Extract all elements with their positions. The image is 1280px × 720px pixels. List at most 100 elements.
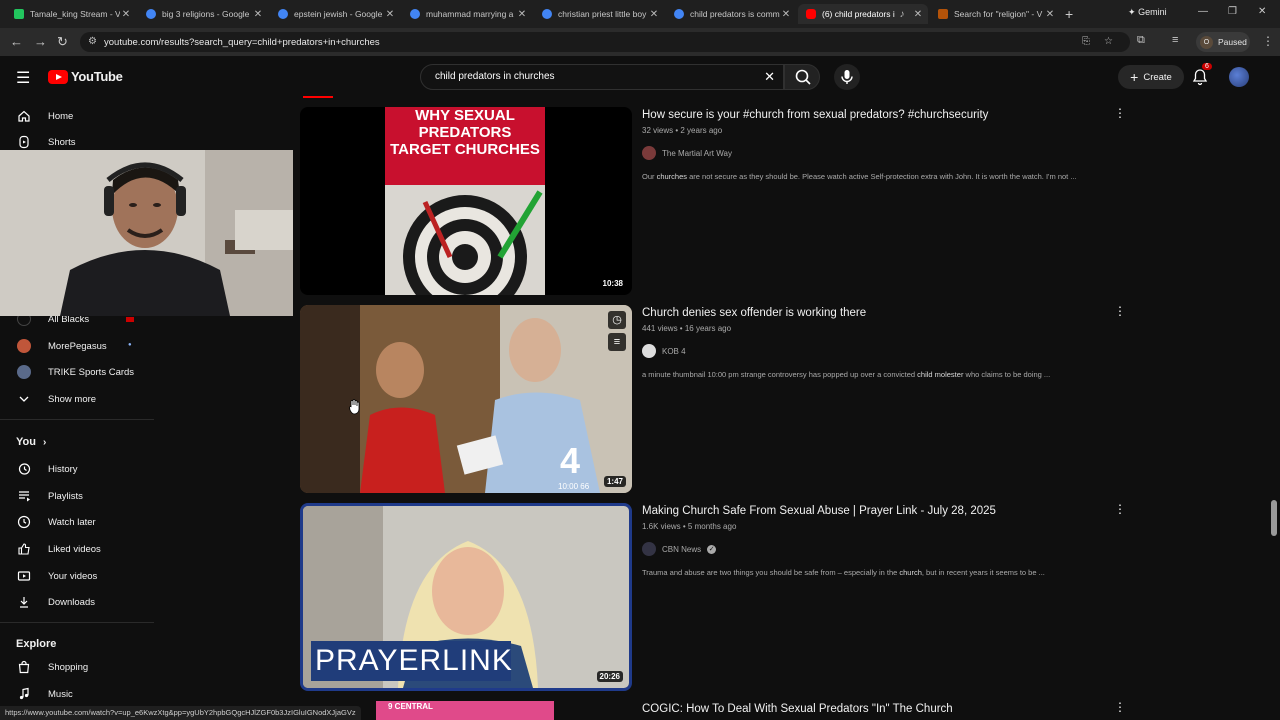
sidebar-item-downloads[interactable]: Downloads	[0, 589, 154, 615]
window-close-icon[interactable]: ✕	[1258, 6, 1266, 17]
more-actions-icon[interactable]: ⋮	[1114, 106, 1126, 120]
video-thumbnail[interactable]: 9 CENTRAL	[376, 701, 554, 720]
country-flag-icon	[126, 317, 134, 322]
search-query[interactable]: child predators in churches	[435, 71, 555, 82]
hamburger-menu-icon[interactable]: ☰	[16, 68, 30, 88]
site-favicon-icon	[938, 9, 948, 19]
channel-link[interactable]: CBN News ✓	[642, 542, 717, 556]
search-input[interactable]: child predators in churches ✕	[420, 64, 784, 90]
browser-menu-icon[interactable]: ⋮	[1262, 34, 1274, 48]
sidebar-item-shopping[interactable]: Shopping	[0, 654, 154, 680]
create-button[interactable]: + Create	[1118, 65, 1184, 89]
more-actions-icon[interactable]: ⋮	[1114, 304, 1126, 318]
browser-tab[interactable]: Search for "religion" - V ✕	[930, 4, 1060, 24]
you-label: You	[16, 436, 36, 448]
tab-title: (6) child predators i	[822, 9, 895, 19]
video-duration: 20:26	[596, 671, 623, 682]
playlists-icon	[0, 489, 48, 503]
browser-tab-active[interactable]: (6) child predators i ♪ ✕	[798, 4, 928, 24]
plus-icon: +	[1130, 69, 1139, 85]
profile-button[interactable]: O Paused	[1196, 32, 1250, 52]
close-icon[interactable]: ✕	[912, 9, 924, 20]
voice-search-button[interactable]	[834, 64, 860, 90]
add-to-queue-icon[interactable]: ≡	[608, 333, 626, 351]
watch-later-icon[interactable]: ◷	[608, 311, 626, 329]
video-title[interactable]: COGIC: How To Deal With Sexual Predators…	[642, 703, 953, 715]
more-actions-icon[interactable]: ⋮	[1114, 502, 1126, 516]
sidebar-item-history[interactable]: History	[0, 456, 154, 482]
you-section-header[interactable]: You ›	[16, 436, 46, 448]
tab-title: Search for "religion" - V	[954, 9, 1043, 19]
webcam-overlay	[0, 150, 293, 316]
new-content-dot: ●	[128, 342, 132, 348]
sidebar-item-label: Home	[48, 110, 74, 122]
account-avatar[interactable]	[1229, 67, 1249, 87]
sidebar-item-watch-later[interactable]: Watch later	[0, 509, 154, 535]
sidebar-item-your-videos[interactable]: Your videos	[0, 563, 154, 589]
restore-icon[interactable]: ❐	[1228, 6, 1237, 17]
sidebar-item-label: Music	[48, 688, 73, 700]
search-button[interactable]	[784, 64, 820, 90]
subscription-item[interactable]: TRIKE Sports Cards	[0, 359, 154, 385]
tab-title: epstein jewish - Google	[294, 9, 383, 19]
sidebar-item-playlists[interactable]: Playlists	[0, 483, 154, 509]
tab-title: child predators is comm	[690, 9, 780, 19]
channel-avatar	[642, 146, 656, 160]
install-app-icon[interactable]: ⎘	[1082, 36, 1090, 47]
close-icon[interactable]: ✕	[120, 9, 132, 20]
bookmark-star-icon[interactable]: ☆	[1104, 36, 1113, 47]
video-title[interactable]: Church denies sex offender is working th…	[642, 307, 866, 319]
reload-icon[interactable]: ↻	[57, 34, 68, 50]
close-icon[interactable]: ✕	[384, 9, 396, 20]
speaker-icon[interactable]: ♪	[896, 9, 908, 20]
media-controls-icon[interactable]: ≡	[1172, 34, 1178, 46]
new-tab-button[interactable]: +	[1065, 6, 1073, 22]
youtube-header: ☰ YouTube child predators in churches ✕ …	[0, 56, 1280, 98]
browser-tab[interactable]: child predators is comm ✕	[666, 4, 796, 24]
browser-tab[interactable]: muhammad marrying a ✕	[402, 4, 532, 24]
profile-status: Paused	[1218, 37, 1247, 47]
more-actions-icon[interactable]: ⋮	[1114, 700, 1126, 714]
close-icon[interactable]: ✕	[780, 9, 792, 20]
sidebar-item-home[interactable]: Home	[0, 103, 154, 129]
tab-title: christian priest little boy	[558, 9, 647, 19]
page-scrollbar[interactable]	[1271, 500, 1277, 536]
subscription-item[interactable]: MorePegasus ●	[0, 333, 154, 359]
extensions-icon[interactable]: ⧉	[1137, 34, 1145, 47]
sidebar-item-liked-videos[interactable]: Liked videos	[0, 536, 154, 562]
video-title[interactable]: How secure is your #church from sexual p…	[642, 109, 988, 121]
close-icon[interactable]: ✕	[252, 9, 264, 20]
browser-tab[interactable]: big 3 religions - Google ✕	[138, 4, 268, 24]
notifications-button[interactable]: 6	[1192, 63, 1212, 91]
close-icon[interactable]: ✕	[516, 9, 528, 20]
site-info-icon[interactable]: ⚙	[88, 36, 97, 47]
browser-tab[interactable]: christian priest little boy ✕	[534, 4, 664, 24]
youtube-favicon-icon	[806, 9, 816, 19]
clear-search-icon[interactable]: ✕	[764, 69, 775, 85]
channel-link[interactable]: KOB 4	[642, 344, 686, 358]
gemini-sparkle-icon: ✦	[1128, 7, 1136, 17]
gemini-button[interactable]: ✦ Gemini	[1128, 7, 1167, 18]
google-favicon-icon	[542, 9, 552, 19]
close-icon[interactable]: ✕	[1044, 9, 1056, 20]
video-thumbnail[interactable]: PRAYERLINK 20:26	[300, 503, 632, 691]
sidebar-item-music[interactable]: Music	[0, 681, 154, 707]
youtube-logo-text: YouTube	[71, 69, 123, 84]
sidebar-item-label: Downloads	[48, 596, 95, 608]
video-thumbnail[interactable]: WHY SEXUAL PREDATORS TARGET CHURCHES 10:…	[300, 107, 632, 295]
channel-link[interactable]: The Martial Art Way	[642, 146, 732, 160]
browser-tab[interactable]: Tamale_king Stream - V ✕	[6, 4, 136, 24]
browser-tab[interactable]: epstein jewish - Google ✕	[270, 4, 400, 24]
address-bar[interactable]: ⚙ youtube.com/results?search_query=child…	[80, 32, 1130, 52]
divider	[0, 622, 154, 623]
back-arrow-icon[interactable]: ←	[10, 34, 23, 49]
video-title[interactable]: Making Church Safe From Sexual Abuse | P…	[642, 505, 996, 517]
station-logo: 4	[560, 440, 581, 481]
url-text[interactable]: youtube.com/results?search_query=child+p…	[104, 37, 380, 48]
minimize-icon[interactable]: —	[1198, 6, 1208, 17]
sidebar-item-label: Shorts	[48, 136, 76, 148]
close-icon[interactable]: ✕	[648, 9, 660, 20]
forward-arrow-icon[interactable]: →	[34, 34, 47, 49]
youtube-logo[interactable]: YouTube	[48, 69, 123, 84]
show-more-button[interactable]: Show more	[0, 386, 154, 412]
